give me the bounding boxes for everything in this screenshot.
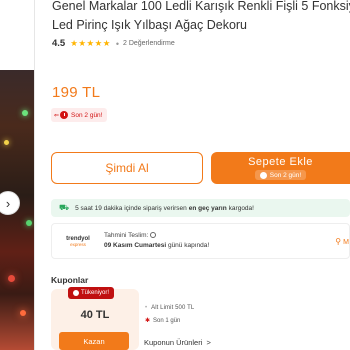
add-to-cart-button[interactable]: Sepete Ekle Son 2 gün! xyxy=(211,152,350,184)
delivery-info: Tahmini Teslim: 09 Kasım Cumartesi günü … xyxy=(104,231,209,251)
product-price: 199 TL xyxy=(52,84,101,101)
rating-value: 4.5 xyxy=(52,38,66,49)
arrow-left-icon: ⇐ xyxy=(54,112,60,119)
shipping-highlight: en geç yarın xyxy=(188,204,227,212)
clock-icon xyxy=(259,171,267,179)
coupon-amount: 40 TL xyxy=(80,309,110,321)
coupon-badge-text: Tükeniyor! xyxy=(81,290,110,296)
location-text: M xyxy=(343,239,349,246)
shipping-end: kargoda! xyxy=(228,204,254,212)
bullet: • xyxy=(145,305,148,311)
location-selector[interactable]: ⚲ M xyxy=(335,237,349,246)
logo-bottom: express xyxy=(70,241,86,247)
add-to-cart-label: Sepete Ekle xyxy=(248,156,313,168)
location-pin-icon: ⚲ xyxy=(335,237,342,246)
star-rating-icon: ★★★★★ xyxy=(70,38,111,48)
coupon-products-text: Kuponun Ürünleri xyxy=(144,338,203,347)
product-title-line1: Genel Markalar 100 Ledli Karışık Renkli … xyxy=(52,0,350,13)
coupon-conditions: • Alt Limit 500 TL ✱ Son 1 gün xyxy=(145,302,194,328)
product-title: Genel Markalar 100 Ledli Karışık Renkli … xyxy=(52,0,350,35)
delivery-title: Tahmini Teslim: xyxy=(104,232,149,239)
shipping-middle: içinde sipariş verirsen xyxy=(124,204,187,212)
clock-icon xyxy=(73,290,79,296)
rating-row: 4.5 ★★★★★ • 2 Değerlendirme xyxy=(52,38,175,49)
coupon-time: Son 1 gün xyxy=(153,318,181,324)
info-clock-icon[interactable] xyxy=(150,232,157,238)
separator-dot: • xyxy=(115,38,119,49)
coupon-badge: Tükeniyor! xyxy=(68,287,115,299)
clock-icon xyxy=(60,111,69,119)
shipping-timer: 5 saat 19 dakika xyxy=(75,204,123,212)
buy-now-button[interactable]: Şimdi Al xyxy=(51,152,203,184)
led-light xyxy=(8,275,15,282)
last-days-text: Son 2 gün! xyxy=(71,111,103,119)
coupons-heading: Kuponlar xyxy=(51,275,89,285)
led-light xyxy=(20,310,26,316)
trendyol-express-logo: trendyol express xyxy=(62,236,94,247)
delivery-date: 09 Kasım Cumartesi xyxy=(104,242,167,249)
shipping-banner: ⛟ 5 saat 19 dakika içinde sipariş verirs… xyxy=(51,199,350,217)
truck-icon: ⛟ xyxy=(59,203,70,212)
review-count-link[interactable]: 2 Değerlendirme xyxy=(123,40,175,47)
coupon-products-link[interactable]: Kuponun Ürünleri > xyxy=(144,338,211,347)
delivery-box: trendyol express Tahmini Teslim: 09 Kası… xyxy=(51,223,350,259)
add-to-cart-sub: Son 2 gün! xyxy=(254,170,307,180)
led-light xyxy=(22,110,28,116)
led-light xyxy=(4,140,9,145)
clock-icon: ✱ xyxy=(145,318,151,324)
last-days-badge: ⇐ Son 2 gün! xyxy=(51,108,108,122)
coupon-limit: Alt Limit 500 TL xyxy=(151,305,195,311)
delivery-date-suffix: günü kapında! xyxy=(167,242,210,249)
product-title-line2: Led Pirinç Işık Yılbaşı Ağaç Dekoru xyxy=(52,18,248,32)
add-to-cart-sub-text: Son 2 gün! xyxy=(269,171,302,179)
led-light xyxy=(26,220,32,226)
chevron-right-icon: > xyxy=(204,338,211,347)
coupon-claim-button[interactable]: Kazan xyxy=(59,332,129,350)
column-divider xyxy=(34,0,35,350)
